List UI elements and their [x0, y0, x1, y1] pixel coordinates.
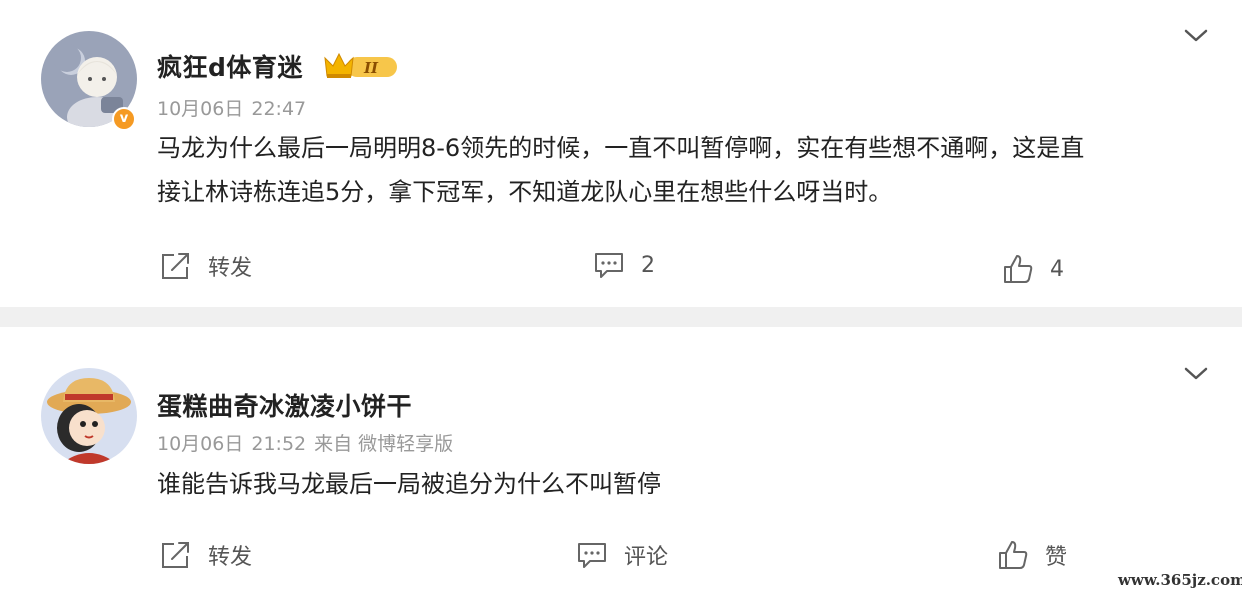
like-button[interactable]: 4 — [1002, 253, 1064, 285]
username[interactable]: 疯狂d体育迷 — [157, 48, 303, 84]
comment-time: 22:47 — [251, 98, 307, 120]
comment-icon — [595, 253, 623, 278]
thumbs-up-icon — [1004, 255, 1033, 283]
comment-source: 来自 微博轻享版 — [314, 433, 454, 455]
repost-button[interactable]: 转发 — [160, 250, 252, 282]
comment-button[interactable]: 2 — [593, 250, 655, 280]
thumbs-up-icon — [999, 541, 1028, 569]
comment-text-line: 马龙为什么最后一局明明8-6领先的时候，一直不叫暂停啊，实在有些想不通啊，这是直 — [157, 134, 1085, 162]
comment-text-line: 谁能告诉我马龙最后一局被追分为什么不叫暂停 — [157, 470, 661, 498]
comment-card: 蛋糕曲奇冰激凌小饼干 10月06日 21:52 来自 微博轻享版 谁能告诉我马龙最后… — [0, 327, 1242, 596]
verified-badge: v — [112, 107, 136, 131]
like-count: 4 — [1050, 256, 1064, 282]
member-level-badge: II — [323, 50, 399, 86]
comment-time: 21:52 — [251, 433, 307, 455]
comment-date: 10月06日 — [157, 98, 244, 120]
like-label: 赞 — [1045, 545, 1068, 570]
repost-label: 转发 — [208, 545, 253, 570]
comment-text: 谁能告诉我马龙最后一局被追分为什么不叫暂停 — [157, 462, 661, 506]
chevron-down-icon[interactable] — [1183, 28, 1209, 44]
watermark: www.365jz.com — [1118, 568, 1242, 592]
chevron-down-icon[interactable] — [1183, 366, 1209, 382]
share-icon — [162, 253, 189, 279]
repost-label: 转发 — [208, 256, 253, 281]
comment-text: 马龙为什么最后一局明明8-6领先的时候，一直不叫暂停啊，实在有些想不通啊，这是直… — [157, 126, 1084, 214]
comment-card: v 疯狂d体育迷 II 10月06日 22:47 马龙为什么最后一局明明8-6领先… — [0, 0, 1242, 307]
comment-icon — [578, 543, 606, 568]
comment-button[interactable]: 评论 — [576, 539, 668, 571]
comment-date: 10月06日 — [157, 433, 244, 455]
comment-meta: 10月06日 22:47 — [157, 94, 314, 121]
repost-button[interactable]: 转发 — [160, 539, 252, 571]
crown-icon: II — [324, 52, 397, 78]
comment-text-line: 接让林诗栋连追5分，拿下冠军，不知道龙队心里在想些什么呀当时。 — [157, 178, 893, 206]
share-icon — [162, 542, 189, 568]
comment-meta: 10月06日 21:52 来自 微博轻享版 — [157, 429, 461, 456]
comment-count: 2 — [641, 252, 655, 278]
like-button[interactable]: 赞 — [997, 539, 1067, 571]
level-text: II — [363, 59, 379, 77]
avatar[interactable] — [41, 368, 137, 464]
comment-label: 评论 — [624, 545, 669, 570]
username[interactable]: 蛋糕曲奇冰激凌小饼干 — [157, 387, 412, 423]
